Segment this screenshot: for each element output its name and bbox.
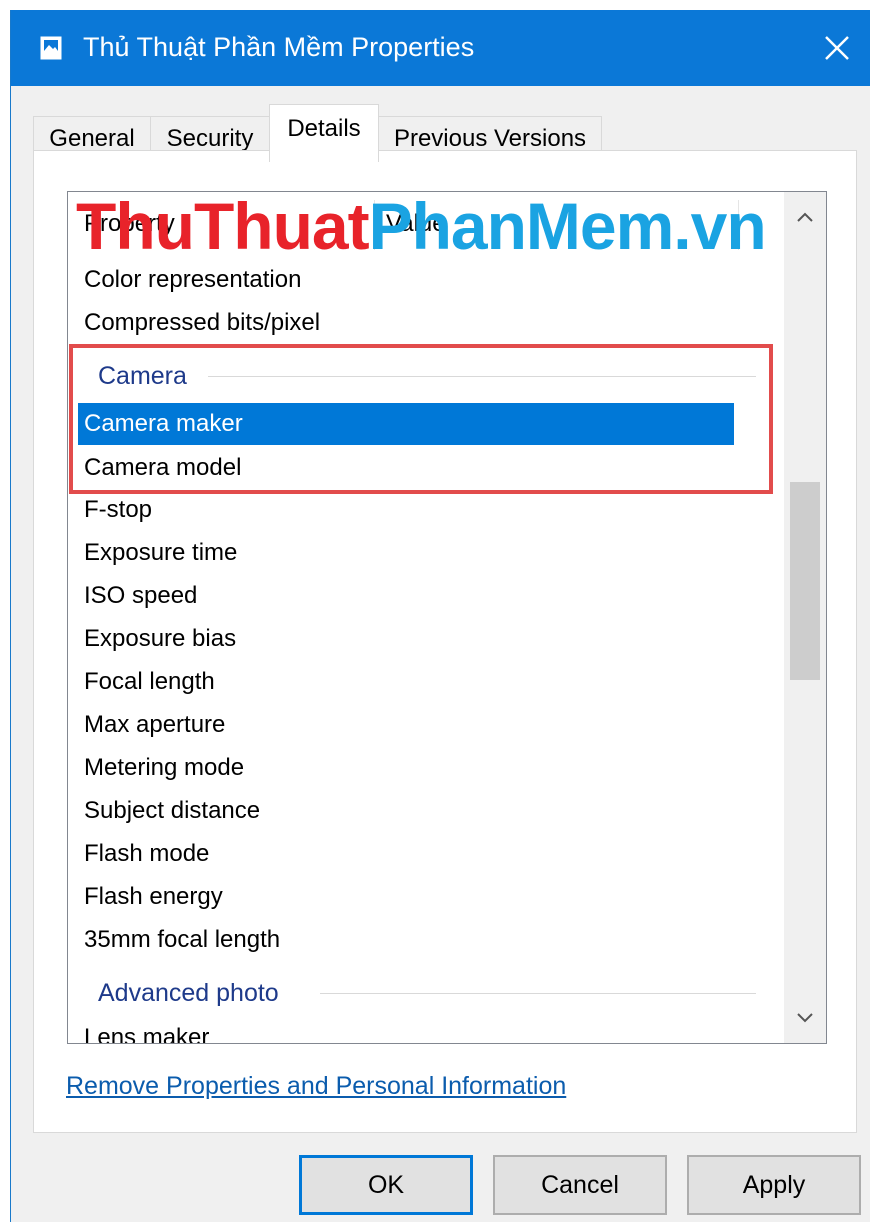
remove-properties-link[interactable]: Remove Properties and Personal Informati… <box>66 1072 566 1101</box>
close-icon <box>825 36 849 60</box>
chevron-down-icon <box>797 1013 813 1023</box>
list-item[interactable]: Exposure bias <box>78 618 236 660</box>
list-item[interactable]: Camera model <box>78 447 241 489</box>
watermark-logo: ThuThuatPhanMem.vn <box>76 191 767 263</box>
group-divider <box>320 993 756 994</box>
list-item[interactable]: Metering mode <box>78 747 244 789</box>
tab-details[interactable]: Details <box>269 104 379 162</box>
list-item[interactable]: Color representation <box>78 259 301 301</box>
list-item[interactable]: Exposure time <box>78 532 237 574</box>
group-header-camera: Camera <box>98 362 187 390</box>
list-item[interactable]: F-stop <box>78 489 152 531</box>
list-item[interactable]: Flash energy <box>78 876 223 918</box>
properties-window: Thủ Thuật Phần Mềm Properties General Se… <box>10 10 870 1222</box>
list-item[interactable]: Subject distance <box>78 790 260 832</box>
title-bar[interactable]: Thủ Thuật Phần Mềm Properties <box>11 10 870 86</box>
group-header-advanced-photo: Advanced photo <box>98 979 279 1007</box>
chevron-up-icon <box>797 212 813 222</box>
list-item-selected[interactable]: Camera maker <box>78 403 734 445</box>
vertical-scrollbar[interactable] <box>784 192 826 1043</box>
ok-button[interactable]: OK <box>299 1155 473 1215</box>
list-item[interactable]: Focal length <box>78 661 215 703</box>
list-item[interactable]: 35mm focal length <box>78 919 280 961</box>
group-divider <box>208 376 756 377</box>
window-title: Thủ Thuật Phần Mềm Properties <box>83 32 475 62</box>
cancel-button[interactable]: Cancel <box>493 1155 667 1215</box>
apply-button[interactable]: Apply <box>687 1155 861 1215</box>
list-item[interactable]: ISO speed <box>78 575 197 617</box>
list-item[interactable]: Flash mode <box>78 833 209 875</box>
list-item[interactable]: Compressed bits/pixel <box>78 302 320 344</box>
image-file-icon <box>39 36 63 60</box>
scrollbar-thumb[interactable] <box>790 482 820 680</box>
property-list[interactable]: Property Value ThuThuatPhanMem.vn Color … <box>67 191 827 1044</box>
list-item[interactable]: Max aperture <box>78 704 225 746</box>
scroll-up-button[interactable] <box>784 196 826 238</box>
list-item[interactable]: Lens maker <box>78 1017 209 1043</box>
scroll-down-button[interactable] <box>784 997 826 1039</box>
close-button[interactable] <box>803 10 870 86</box>
details-panel: Property Value ThuThuatPhanMem.vn Color … <box>33 150 857 1133</box>
